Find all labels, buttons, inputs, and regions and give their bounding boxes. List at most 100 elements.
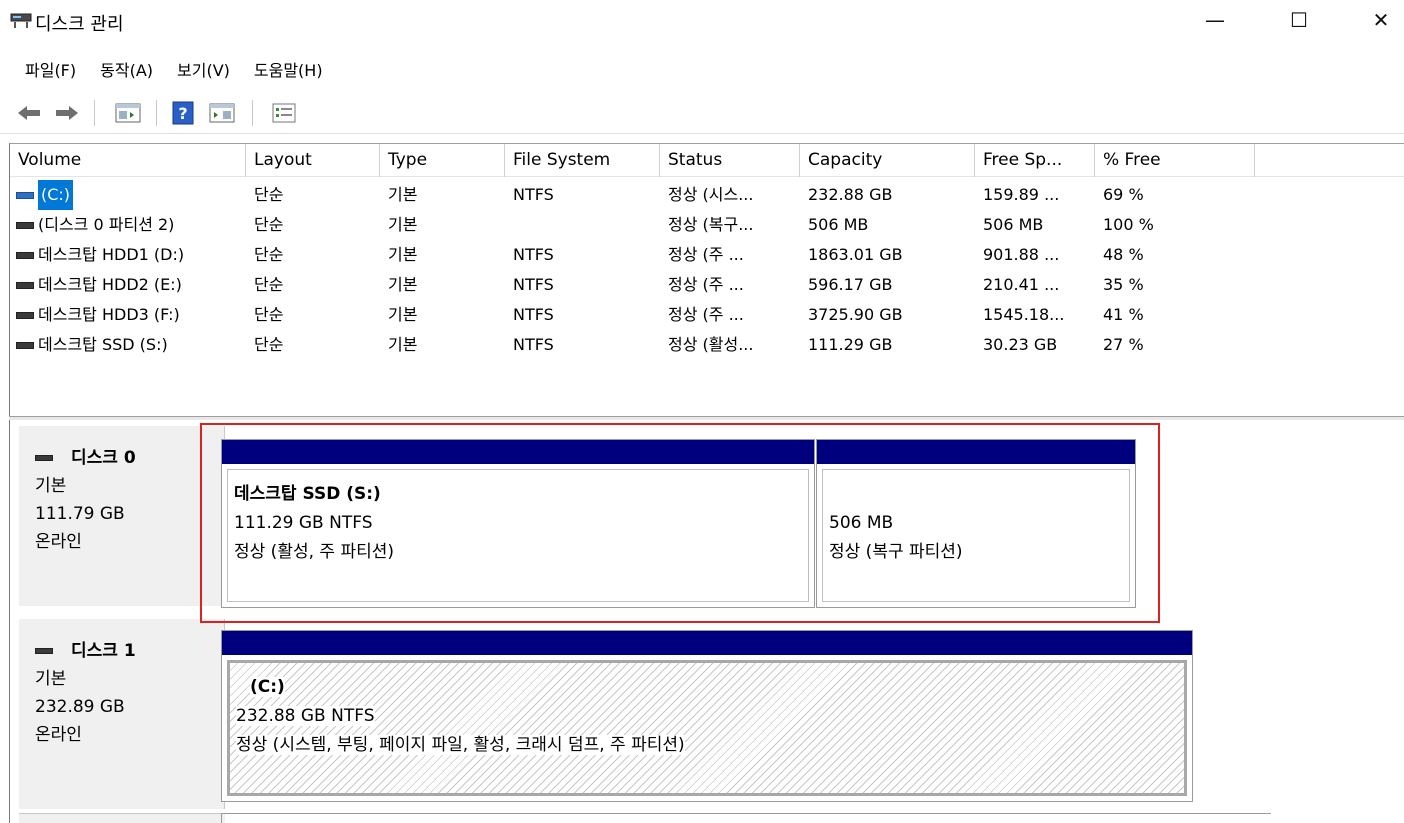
partition-status: 정상 (복구 파티션) bbox=[829, 542, 963, 562]
percent-free-cell: 48 % bbox=[1103, 245, 1144, 264]
capacity-cell: 232.88 GB bbox=[808, 185, 893, 204]
column-header-free-space[interactable]: Free Sp... bbox=[975, 144, 1095, 177]
type-cell: 기본 bbox=[388, 335, 418, 354]
volume-row[interactable]: 데스크탑 HDD2 (E:) 단순 기본 NTFS 정상 (주 ... 596.… bbox=[10, 270, 1255, 300]
menu-file[interactable]: 파일(F) bbox=[0, 56, 88, 88]
disk-1-state: 온라인 bbox=[35, 725, 82, 745]
toolbar: ? bbox=[0, 92, 1404, 134]
volume-cell: 데스크탑 SSD (S:) bbox=[10, 330, 246, 360]
volume-row[interactable]: (C:) 단순 기본 NTFS 정상 (시스... 232.88 GB 159.… bbox=[10, 180, 1255, 210]
drive-icon bbox=[16, 311, 34, 319]
disk-0-name: 디스크 0 bbox=[35, 444, 224, 472]
layout-cell: 단순 bbox=[254, 215, 284, 234]
free-space-cell: 210.41 ... bbox=[983, 275, 1060, 294]
partition-header bbox=[222, 631, 1192, 655]
disk-1-info[interactable]: 디스크 1 기본 232.89 GB 온라인 bbox=[19, 619, 225, 809]
drive-icon bbox=[16, 281, 34, 289]
type-cell: 기본 bbox=[388, 305, 418, 324]
partition-next[interactable] bbox=[221, 813, 1271, 823]
menu-help[interactable]: 도움말(H) bbox=[242, 56, 335, 88]
type-cell: 기본 bbox=[388, 275, 418, 294]
type-cell: 기본 bbox=[388, 215, 418, 234]
status-cell: 정상 (주 ... bbox=[668, 245, 744, 264]
volume-row[interactable]: 데스크탑 HDD1 (D:) 단순 기본 NTFS 정상 (주 ... 1863… bbox=[10, 240, 1255, 270]
partition-size: 506 MB bbox=[829, 513, 894, 533]
file-system-cell: NTFS bbox=[513, 305, 554, 324]
window-title: 디스크 관리 bbox=[35, 14, 124, 35]
free-space-cell: 506 MB bbox=[983, 215, 1044, 234]
disk-1-size: 232.89 GB bbox=[35, 697, 125, 717]
capacity-cell: 506 MB bbox=[808, 215, 869, 234]
partition-ssd-s[interactable]: 데스크탑 SSD (S:) 111.29 GB NTFS 정상 (활성, 주 파… bbox=[221, 439, 815, 608]
partition-status: 정상 (활성, 주 파티션) bbox=[234, 542, 394, 562]
free-space-cell: 30.23 GB bbox=[983, 335, 1058, 354]
disk-2-info[interactable] bbox=[19, 813, 225, 823]
column-header-percent-free[interactable]: % Free bbox=[1095, 144, 1255, 177]
file-system-cell bbox=[505, 210, 660, 240]
maximize-button[interactable]: ☐ bbox=[1276, 0, 1322, 40]
file-system-cell: NTFS bbox=[513, 275, 554, 294]
properties-icon[interactable] bbox=[266, 98, 302, 128]
column-header-file-system[interactable]: File System bbox=[505, 144, 660, 177]
partition-recovery[interactable]: 506 MB 정상 (복구 파티션) bbox=[816, 439, 1136, 608]
capacity-cell: 3725.90 GB bbox=[808, 305, 903, 324]
disk-0-type: 기본 bbox=[35, 476, 67, 496]
partition-c[interactable]: (C:) 232.88 GB NTFS 정상 (시스템, 부팅, 페이지 파일,… bbox=[221, 630, 1193, 802]
disk-map: 디스크 0 기본 111.79 GB 온라인 데스크탑 SSD (S:) 111… bbox=[9, 420, 1404, 823]
drive-icon bbox=[16, 341, 34, 349]
partition-body: 데스크탑 SSD (S:) 111.29 GB NTFS 정상 (활성, 주 파… bbox=[227, 469, 809, 602]
volume-row[interactable]: 데스크탑 SSD (S:) 단순 기본 NTFS 정상 (활성... 111.2… bbox=[10, 330, 1255, 360]
percent-free-cell: 41 % bbox=[1103, 305, 1144, 324]
partition-title: (C:) bbox=[250, 677, 285, 697]
menu-action[interactable]: 동작(A) bbox=[88, 56, 165, 88]
disk-management-icon bbox=[10, 13, 32, 28]
layout-cell: 단순 bbox=[254, 275, 284, 294]
volume-row[interactable]: (디스크 0 파티션 2) 단순 기본 정상 (복구... 506 MB 506… bbox=[10, 210, 1255, 240]
type-cell: 기본 bbox=[388, 185, 418, 204]
minimize-button[interactable]: — bbox=[1192, 0, 1238, 40]
layout-cell: 단순 bbox=[254, 305, 284, 324]
status-cell: 정상 (복구... bbox=[668, 215, 754, 234]
action-pane-icon[interactable] bbox=[204, 98, 240, 128]
forward-icon[interactable] bbox=[50, 98, 84, 128]
partition-status: 정상 (시스템, 부팅, 페이지 파일, 활성, 크래시 덤프, 주 파티션) bbox=[236, 735, 685, 755]
disk-icon bbox=[35, 455, 53, 461]
column-header-type[interactable]: Type bbox=[380, 144, 505, 177]
console-tree-icon[interactable] bbox=[110, 98, 146, 128]
volume-cell: 데스크탑 HDD3 (F:) bbox=[10, 300, 246, 330]
disk-0-info[interactable]: 디스크 0 기본 111.79 GB 온라인 bbox=[19, 426, 225, 606]
volume-cell: 데스크탑 HDD1 (D:) bbox=[10, 240, 246, 270]
column-header-status[interactable]: Status bbox=[660, 144, 800, 177]
help-icon[interactable]: ? bbox=[168, 98, 198, 128]
column-header-capacity[interactable]: Capacity bbox=[800, 144, 975, 177]
menu-view[interactable]: 보기(V) bbox=[165, 56, 242, 88]
percent-free-cell: 27 % bbox=[1103, 335, 1144, 354]
volume-cell: 데스크탑 HDD2 (E:) bbox=[10, 270, 246, 300]
capacity-cell: 1863.01 GB bbox=[808, 245, 903, 264]
svg-text:?: ? bbox=[178, 104, 187, 123]
type-cell: 기본 bbox=[388, 245, 418, 264]
volume-cell: (C:) bbox=[10, 180, 246, 210]
percent-free-cell: 69 % bbox=[1103, 185, 1144, 204]
menu-bar: 파일(F) 동작(A) 보기(V) 도움말(H) bbox=[0, 56, 335, 88]
file-system-cell: NTFS bbox=[513, 245, 554, 264]
volume-list: Volume Layout Type File System Status Ca… bbox=[9, 143, 1404, 417]
drive-icon bbox=[16, 221, 34, 229]
partition-header bbox=[817, 440, 1135, 464]
layout-cell: 단순 bbox=[254, 245, 284, 264]
volume-cell: (디스크 0 파티션 2) bbox=[10, 210, 246, 240]
disk-icon bbox=[35, 648, 53, 654]
capacity-cell: 596.17 GB bbox=[808, 275, 893, 294]
column-header-volume[interactable]: Volume bbox=[10, 144, 246, 177]
column-header-layout[interactable]: Layout bbox=[246, 144, 380, 177]
volume-list-header: Volume Layout Type File System Status Ca… bbox=[10, 144, 1404, 177]
disk-0-state: 온라인 bbox=[35, 532, 82, 552]
drive-icon bbox=[16, 191, 34, 199]
back-icon[interactable] bbox=[12, 98, 46, 128]
status-cell: 정상 (주 ... bbox=[668, 305, 744, 324]
partition-body: (C:) 232.88 GB NTFS 정상 (시스템, 부팅, 페이지 파일,… bbox=[227, 660, 1187, 796]
close-button[interactable]: ✕ bbox=[1358, 0, 1404, 40]
volume-row[interactable]: 데스크탑 HDD3 (F:) 단순 기본 NTFS 정상 (주 ... 3725… bbox=[10, 300, 1255, 330]
percent-free-cell: 35 % bbox=[1103, 275, 1144, 294]
layout-cell: 단순 bbox=[254, 185, 284, 204]
